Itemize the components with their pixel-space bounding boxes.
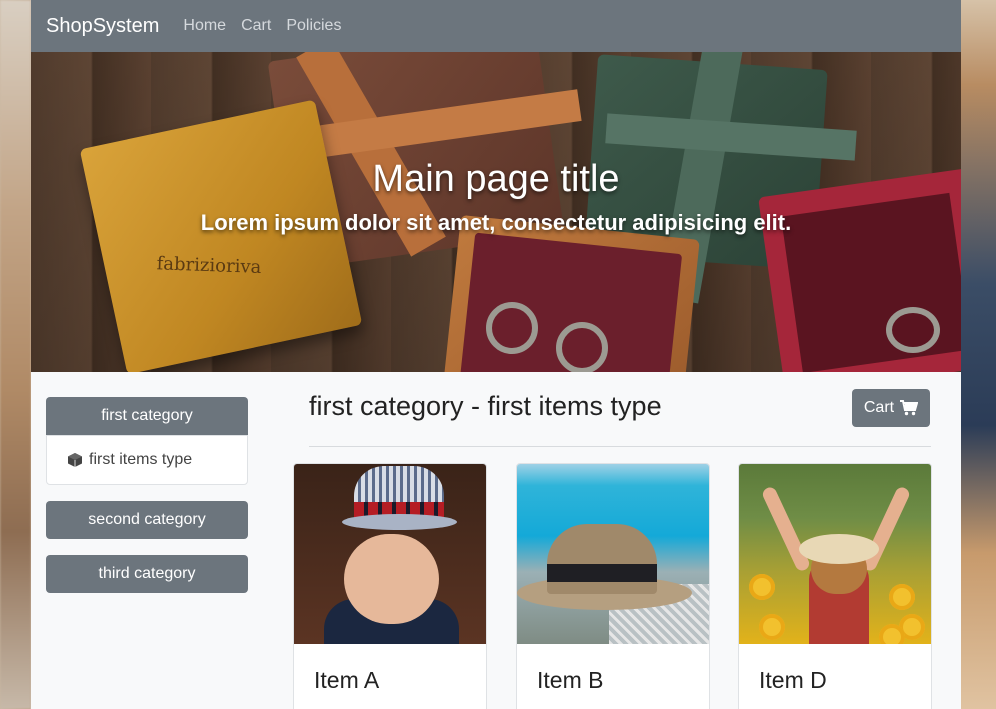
cart-button-label: Cart	[863, 399, 895, 416]
nav-link-policies[interactable]: Policies	[286, 17, 341, 35]
category-button-third[interactable]: third category	[46, 555, 248, 593]
backdrop-right	[961, 0, 996, 709]
cart-button[interactable]: Cart	[852, 389, 930, 427]
product-image[interactable]	[517, 464, 709, 644]
brand-logo[interactable]: ShopSystem	[46, 15, 159, 38]
product-card[interactable]: Item B	[516, 463, 710, 709]
page-title: first category - first items type	[309, 391, 662, 421]
category-sidebar: first category first items type second c…	[46, 397, 248, 593]
product-name[interactable]: Item B	[537, 667, 603, 694]
category-button-first[interactable]: first category	[46, 397, 248, 435]
subcategory-label: first items type	[89, 451, 193, 468]
hero-banner: fabrizioriva Main page title Lorem ipsum…	[31, 52, 961, 372]
product-name[interactable]: Item D	[759, 667, 827, 694]
product-name[interactable]: Item A	[314, 667, 379, 694]
page: ShopSystem Home Cart Policies fabriziori…	[31, 0, 961, 709]
nav-link-cart[interactable]: Cart	[241, 17, 271, 35]
category-button-second[interactable]: second category	[46, 501, 248, 539]
ring	[886, 307, 940, 353]
subcategory-item[interactable]: first items type	[67, 451, 192, 469]
hero-subtitle: Lorem ipsum dolor sit amet, consectetur …	[200, 210, 792, 235]
earring	[486, 302, 538, 354]
product-image[interactable]	[739, 464, 931, 644]
navbar: ShopSystem Home Cart Policies	[31, 0, 961, 52]
hero-title: Main page title	[372, 158, 620, 200]
backdrop-left	[0, 0, 31, 709]
cube-icon	[68, 453, 82, 467]
product-card[interactable]: Item D	[738, 463, 932, 709]
product-card[interactable]: Item A	[293, 463, 487, 709]
earring	[556, 322, 608, 372]
subcategory-list: first items type	[46, 435, 248, 485]
divider	[309, 446, 931, 447]
shopping-cart-icon	[900, 400, 919, 416]
product-image[interactable]	[294, 464, 486, 644]
box-brand-text: fabrizioriva	[156, 253, 262, 278]
nav-link-home[interactable]: Home	[183, 17, 226, 35]
